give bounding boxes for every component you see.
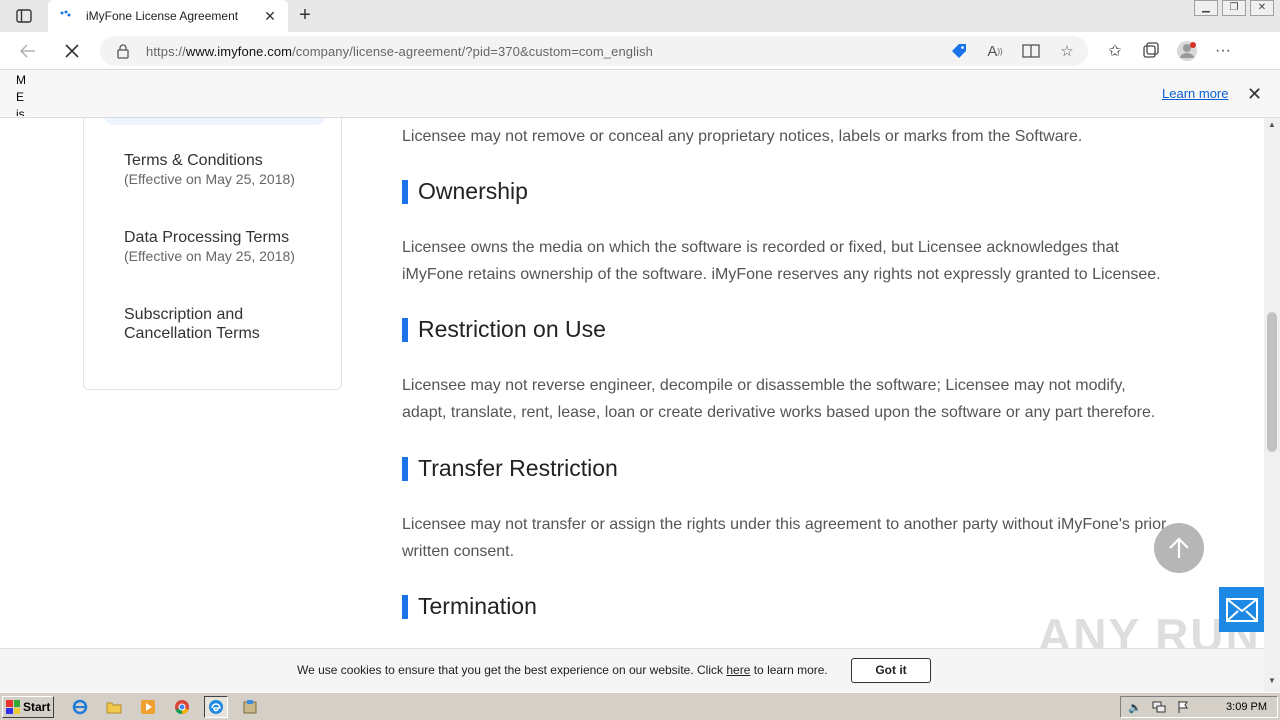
profile-avatar-icon[interactable] bbox=[1175, 39, 1199, 63]
minimize-button[interactable]: ▁ bbox=[1194, 0, 1218, 16]
favorites-icon[interactable]: ✩ bbox=[1103, 39, 1127, 63]
sidebar-item-subscription[interactable]: Subscription and Cancellation Terms bbox=[124, 305, 284, 343]
scroll-thumb[interactable] bbox=[1267, 312, 1277, 452]
add-favorite-icon[interactable]: ☆ bbox=[1056, 40, 1078, 62]
media-player-icon[interactable] bbox=[136, 696, 160, 718]
flag-icon[interactable] bbox=[1175, 699, 1191, 715]
section-paragraph: Licensee owns the media on which the sof… bbox=[402, 239, 1161, 283]
section-heading: Ownership bbox=[402, 178, 528, 205]
folder-icon[interactable] bbox=[102, 696, 126, 718]
notification-bar: M E is Learn more ✕ bbox=[0, 70, 1280, 118]
network-icon[interactable] bbox=[1151, 699, 1167, 715]
contact-mail-button[interactable] bbox=[1219, 587, 1264, 632]
tab-strip: iMyFone License Agreement ✕ + ▁ ❐ ✕ bbox=[0, 0, 1280, 32]
tab-actions-icon[interactable] bbox=[8, 6, 40, 26]
mail-icon bbox=[1225, 597, 1258, 622]
lock-icon[interactable] bbox=[116, 43, 132, 59]
settings-more-icon[interactable]: ··· bbox=[1211, 39, 1235, 63]
got-it-button[interactable]: Got it bbox=[851, 658, 931, 683]
address-bar[interactable]: https://www.imyfone.com/company/license-… bbox=[100, 36, 1088, 66]
clock: 3:09 PM bbox=[1226, 701, 1267, 713]
intro-paragraph: Licensee may not remove or conceal any p… bbox=[402, 128, 1083, 145]
back-arrow-icon[interactable] bbox=[16, 39, 40, 63]
installer-icon[interactable] bbox=[238, 696, 262, 718]
loading-favicon-icon bbox=[58, 8, 74, 24]
shopping-tag-icon[interactable] bbox=[948, 40, 970, 62]
tab-close-icon[interactable]: ✕ bbox=[262, 8, 278, 25]
tab-title: iMyFone License Agreement bbox=[86, 9, 239, 23]
edge-icon[interactable] bbox=[204, 696, 228, 718]
url-text: https://www.imyfone.com/company/license-… bbox=[146, 43, 654, 59]
ie-icon[interactable] bbox=[68, 696, 92, 718]
restore-button[interactable]: ❐ bbox=[1222, 0, 1246, 16]
close-window-button[interactable]: ✕ bbox=[1250, 0, 1274, 16]
section-paragraph: Licensee may not reverse engineer, decom… bbox=[402, 377, 1156, 421]
sidebar-active-item[interactable] bbox=[104, 118, 326, 125]
collections-icon[interactable] bbox=[1139, 39, 1163, 63]
page-scrollbar[interactable]: ▲ ▼ bbox=[1264, 118, 1280, 692]
learn-more-link[interactable]: Learn more bbox=[1162, 86, 1228, 101]
stop-loading-icon[interactable] bbox=[60, 39, 84, 63]
windows-taskbar: Start 🔈 3:09 PM bbox=[0, 692, 1280, 720]
system-tray: 🔈 3:09 PM bbox=[1120, 696, 1278, 718]
section-heading: Transfer Restriction bbox=[402, 455, 618, 482]
cookie-banner: We use cookies to ensure that you get th… bbox=[0, 648, 1264, 692]
page-content: Terms & Conditions (Effective on May 25,… bbox=[0, 118, 1264, 648]
start-button[interactable]: Start bbox=[2, 696, 54, 718]
window-controls: ▁ ❐ ✕ bbox=[1194, 0, 1274, 16]
section-paragraph: Licensee may not transfer or assign the … bbox=[402, 516, 1167, 560]
chrome-icon[interactable] bbox=[170, 696, 194, 718]
active-tab[interactable]: iMyFone License Agreement ✕ bbox=[48, 0, 288, 32]
scroll-down-icon[interactable]: ▼ bbox=[1264, 676, 1280, 690]
section-heading: Termination bbox=[402, 593, 537, 620]
cookie-here-link[interactable]: here bbox=[726, 663, 750, 677]
section-heading: Restriction on Use bbox=[402, 316, 606, 343]
navigation-bar: https://www.imyfone.com/company/license-… bbox=[0, 32, 1280, 70]
close-notification-icon[interactable]: ✕ bbox=[1247, 84, 1262, 105]
scroll-up-icon[interactable]: ▲ bbox=[1264, 120, 1280, 134]
new-tab-button[interactable]: + bbox=[293, 4, 317, 28]
immersive-reader-icon[interactable] bbox=[1020, 40, 1042, 62]
sidebar-item-data-processing[interactable]: Data Processing Terms (Effective on May … bbox=[124, 228, 295, 265]
back-to-top-button[interactable] bbox=[1154, 523, 1204, 573]
cookie-text: We use cookies to ensure that you get th… bbox=[297, 663, 828, 677]
read-aloud-icon[interactable]: A)) bbox=[984, 40, 1006, 62]
volume-icon[interactable]: 🔈 bbox=[1127, 699, 1143, 715]
windows-logo-icon bbox=[6, 700, 20, 714]
sidebar-item-terms[interactable]: Terms & Conditions (Effective on May 25,… bbox=[124, 151, 295, 188]
notification-text: M E is bbox=[16, 73, 26, 116]
